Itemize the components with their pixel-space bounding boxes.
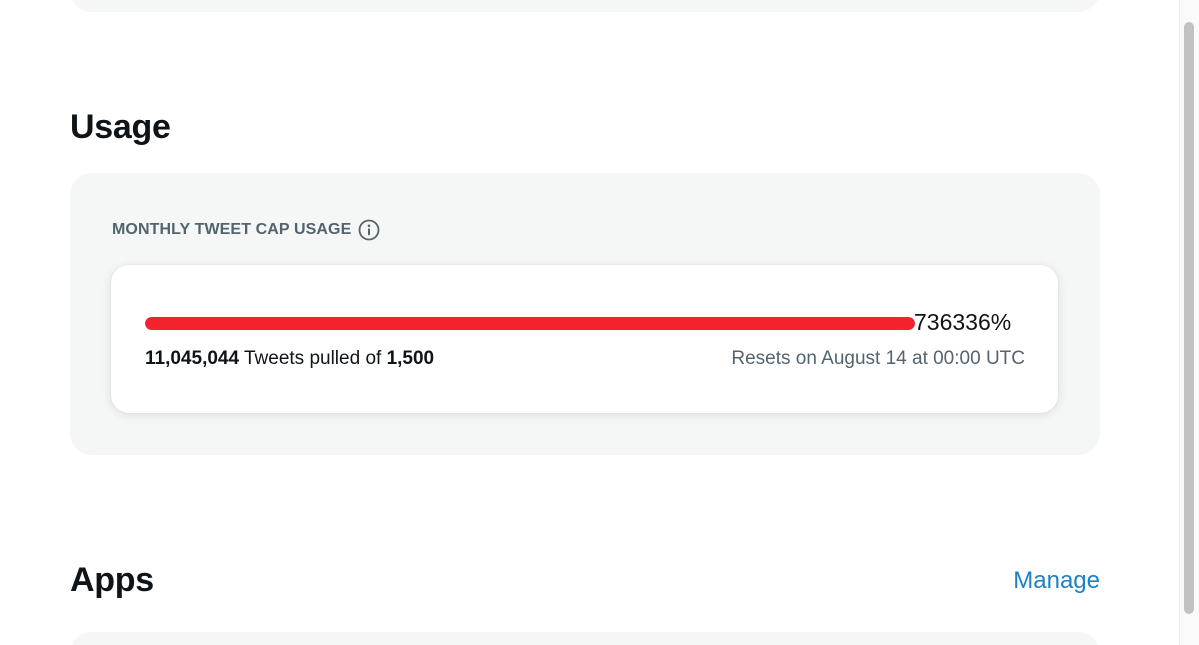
previous-section-card xyxy=(70,0,1100,12)
tweets-pulled-summary: 11,045,044 Tweets pulled of 1,500 xyxy=(145,348,434,370)
reset-date-text: Resets on August 14 at 00:00 UTC xyxy=(731,348,1025,369)
tweets-pulled-count: 11,045,044 xyxy=(145,348,240,369)
tweet-cap-count: 1,500 xyxy=(386,348,435,369)
apps-card xyxy=(70,632,1100,645)
usage-card: MONTHLY TWEET CAP USAGE 736336% 11,045,0… xyxy=(70,173,1100,455)
usage-progress-track xyxy=(145,317,915,330)
developer-portal-page: Usage MONTHLY TWEET CAP USAGE 736336% 11… xyxy=(0,0,1199,645)
usage-progress-fill xyxy=(145,317,915,330)
manage-apps-link[interactable]: Manage xyxy=(1013,567,1100,595)
usage-percent: 736336% xyxy=(914,309,1012,335)
apps-heading: Apps xyxy=(70,561,154,599)
info-circle-icon[interactable] xyxy=(358,219,380,241)
scrollbar-thumb[interactable] xyxy=(1184,22,1194,614)
tweets-pulled-text: Tweets pulled of xyxy=(239,348,387,369)
tweet-cap-label-text: MONTHLY TWEET CAP USAGE xyxy=(112,221,352,238)
usage-heading: Usage xyxy=(70,108,171,146)
usage-progress-row: 736336% xyxy=(145,309,1025,335)
vertical-scrollbar[interactable] xyxy=(1179,0,1199,645)
usage-detail-card: 736336% 11,045,044 Tweets pulled of 1,50… xyxy=(111,265,1058,413)
tweet-cap-label: MONTHLY TWEET CAP USAGE xyxy=(112,219,380,241)
